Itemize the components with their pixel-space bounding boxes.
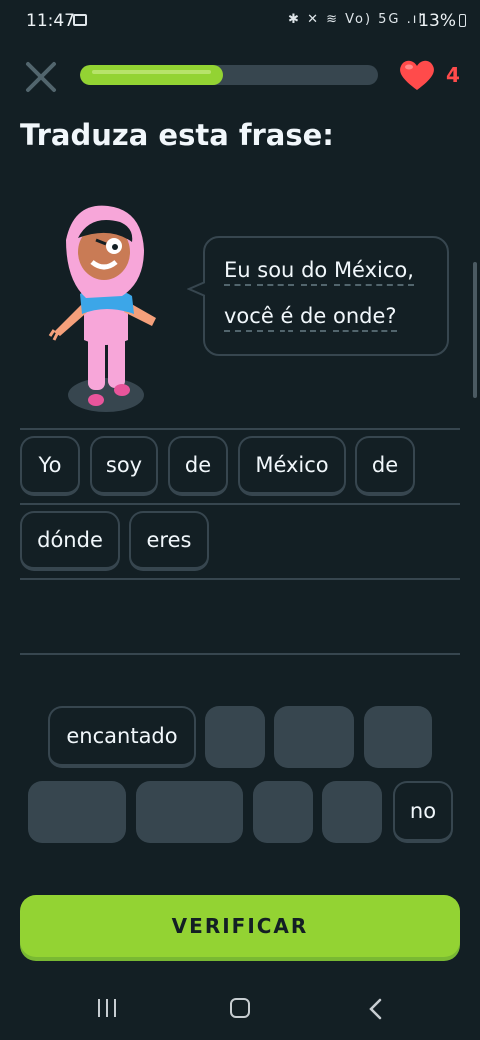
prompt-word[interactable]: você — [224, 304, 274, 332]
answer-chip[interactable]: de — [355, 436, 415, 496]
scroll-indicator — [473, 262, 477, 398]
prompt-line-1: Eu sou do México, — [224, 258, 414, 286]
word-bank-slot-used — [205, 706, 265, 768]
status-icons: ✱ ✕ ≋ Vo) 5G .ıl — [288, 12, 424, 27]
answer-divider — [20, 653, 460, 655]
character-illustration — [44, 200, 184, 420]
lesson-progress-bar — [80, 65, 378, 85]
heart-icon[interactable] — [398, 58, 436, 92]
screen-record-icon — [73, 14, 87, 26]
battery-percentage: 13% — [418, 11, 456, 31]
prompt-word[interactable]: Eu — [224, 258, 251, 286]
word-bank-slot-used — [274, 706, 354, 768]
home-icon[interactable] — [230, 998, 250, 1018]
answer-chip[interactable]: eres — [129, 511, 209, 571]
word-bank-slot-used — [322, 781, 382, 843]
prompt-line-2: você é de onde? — [224, 304, 397, 332]
back-icon[interactable] — [368, 998, 384, 1020]
hearts-count: 4 — [446, 63, 460, 87]
word-bank-chip[interactable]: no — [393, 781, 453, 843]
answer-chip[interactable]: dónde — [20, 511, 120, 571]
page-title: Traduza esta frase: — [20, 118, 334, 152]
answer-divider — [20, 578, 460, 580]
recents-icon[interactable] — [96, 999, 118, 1019]
prompt-word[interactable]: de — [300, 304, 327, 332]
answer-chip[interactable]: soy — [90, 436, 158, 496]
close-icon[interactable] — [22, 58, 60, 96]
prompt-word[interactable]: México, — [333, 258, 414, 286]
prompt-word[interactable]: sou — [257, 258, 295, 286]
prompt-word[interactable]: onde? — [332, 304, 397, 332]
answer-chip[interactable]: de — [168, 436, 228, 496]
verify-button[interactable]: VERIFICAR — [20, 895, 460, 957]
answer-chip[interactable]: Yo — [20, 436, 80, 496]
status-time: 11:47 — [26, 11, 75, 31]
word-bank-slot-used — [28, 781, 126, 843]
answer-chip[interactable]: México — [238, 436, 346, 496]
word-bank-chip[interactable]: encantado — [48, 706, 196, 768]
word-bank-slot-used — [136, 781, 243, 843]
word-bank-slot-used — [253, 781, 313, 843]
word-bank-slot-used — [364, 706, 432, 768]
speech-bubble-tail — [187, 281, 205, 297]
prompt-word[interactable]: do — [301, 258, 328, 286]
status-bar: 11:47 ✱ ✕ ≋ Vo) 5G .ıl 13% — [0, 0, 480, 44]
speech-bubble — [203, 236, 449, 356]
answer-divider — [20, 428, 460, 430]
answer-divider — [20, 503, 460, 505]
prompt-word[interactable]: é — [280, 304, 294, 332]
progress-fill — [80, 65, 224, 85]
battery-icon — [459, 14, 466, 27]
